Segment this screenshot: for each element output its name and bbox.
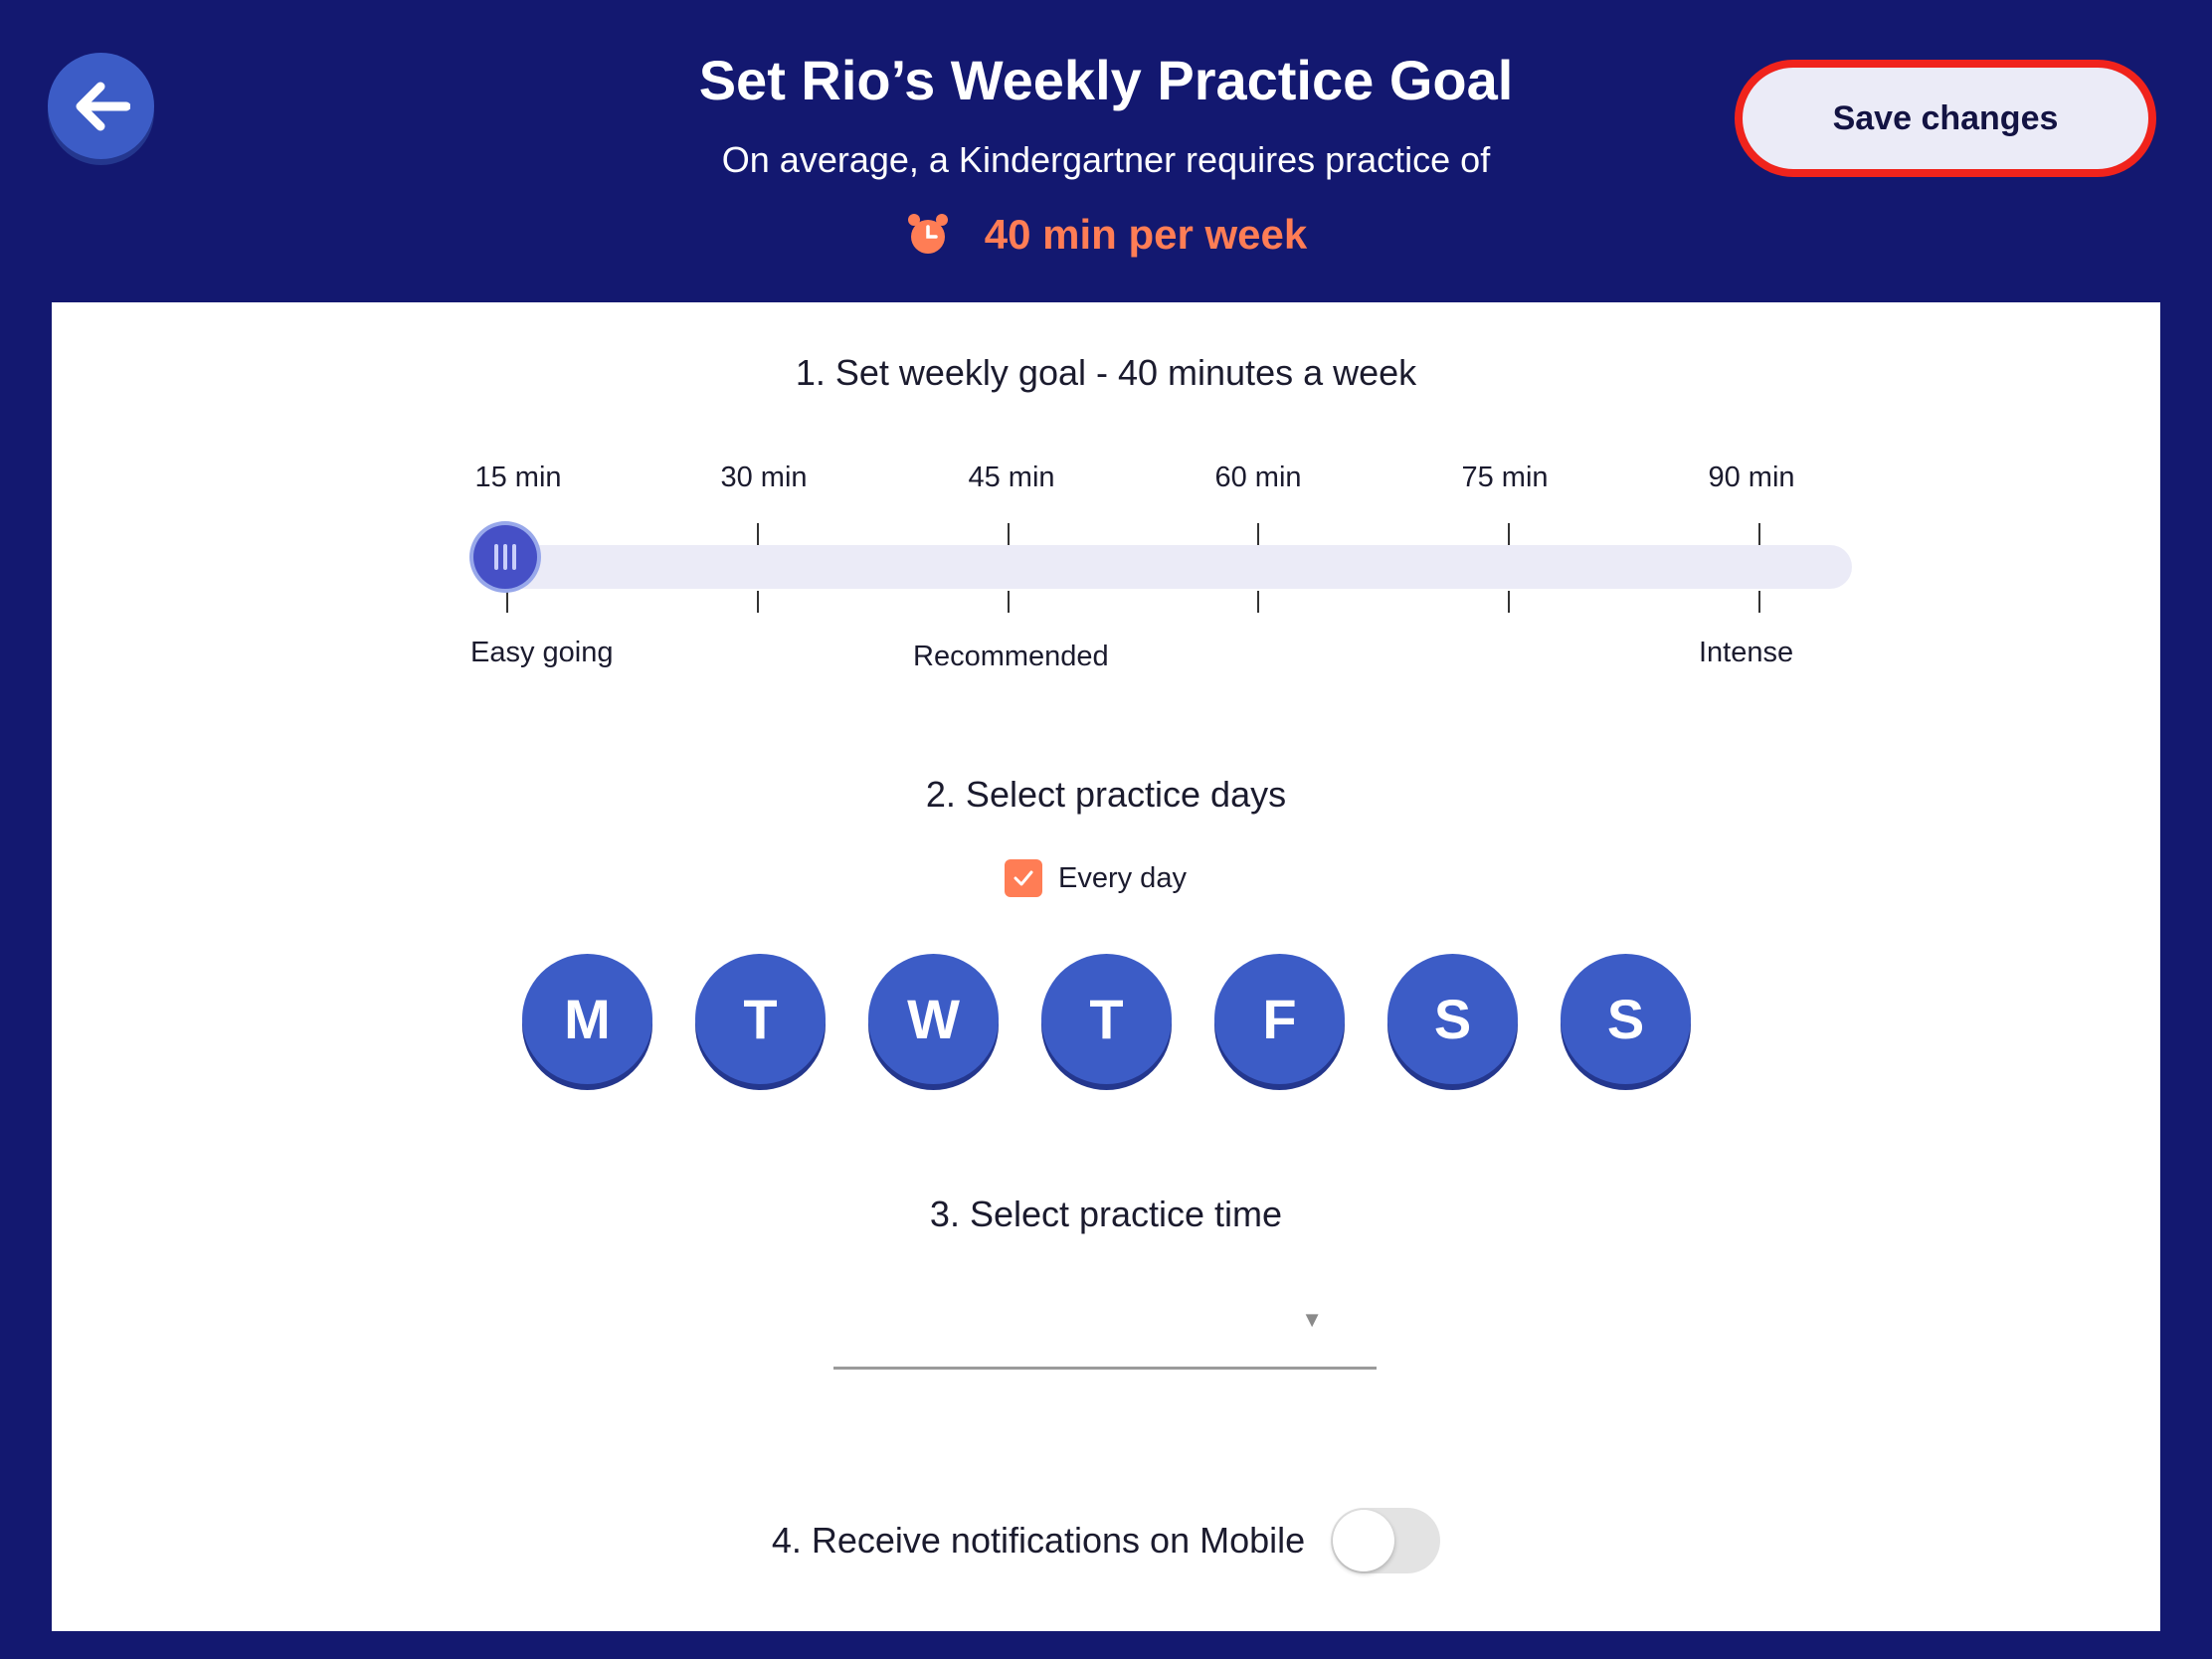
tick-label-30: 30 min	[720, 461, 808, 493]
tick-mark	[1758, 523, 1760, 545]
tick-mark	[1008, 591, 1010, 613]
tick-label-45: 45 min	[968, 461, 1055, 493]
tick-label-90: 90 min	[1708, 461, 1795, 493]
day-buttons: M T W T F S S	[522, 954, 1691, 1084]
toggle-knob	[1333, 1510, 1395, 1571]
alarm-clock-icon	[905, 212, 951, 258]
day-button-tuesday[interactable]: T	[695, 954, 826, 1084]
day-button-thursday[interactable]: T	[1041, 954, 1172, 1084]
day-button-friday[interactable]: F	[1214, 954, 1345, 1084]
tick-mark	[1508, 591, 1510, 613]
day-button-saturday[interactable]: S	[1387, 954, 1518, 1084]
settings-card: 1. Set weekly goal - 40 minutes a week 1…	[52, 302, 2160, 1631]
tick-label-15: 15 min	[474, 461, 562, 493]
grip-icon	[512, 544, 516, 570]
goal-slider-track[interactable]	[473, 545, 1852, 589]
tick-mark	[1257, 523, 1259, 545]
tick-mark	[757, 523, 759, 545]
practice-time-select[interactable]: ▼	[833, 1287, 1377, 1370]
every-day-label: Every day	[1058, 861, 1187, 894]
dropdown-arrow-icon: ▼	[1301, 1307, 1323, 1332]
intense-label: Intense	[1699, 637, 1794, 668]
easy-going-label: Easy going	[470, 637, 614, 668]
recommended-label: Recommended	[913, 641, 1109, 672]
tick-mark	[1758, 591, 1760, 613]
grip-icon	[494, 544, 498, 570]
day-button-wednesday[interactable]: W	[868, 954, 999, 1084]
tick-mark	[506, 591, 508, 613]
day-button-sunday[interactable]: S	[1561, 954, 1691, 1084]
tick-mark	[1257, 591, 1259, 613]
tick-mark	[1508, 523, 1510, 545]
tick-mark	[757, 591, 759, 613]
notifications-toggle[interactable]	[1331, 1508, 1441, 1573]
notifications-row: 4. Receive notifications on Mobile	[52, 1508, 2160, 1573]
tick-label-60: 60 min	[1214, 461, 1302, 493]
every-day-checkbox[interactable]	[1005, 859, 1042, 897]
checkmark-icon	[1014, 870, 1033, 886]
days-section-title: 2. Select practice days	[925, 774, 1287, 815]
day-button-monday[interactable]: M	[522, 954, 652, 1084]
recommended-goal-text: 40 min per week	[984, 211, 1308, 258]
every-day-checkbox-row[interactable]: Every day	[1005, 859, 1187, 897]
save-changes-button[interactable]: Save changes	[1735, 60, 2156, 177]
goal-slider-thumb[interactable]	[473, 525, 537, 589]
tick-label-75: 75 min	[1461, 461, 1549, 493]
goal-section-title: 1. Set weekly goal - 40 minutes a week	[795, 352, 1417, 393]
grip-icon	[503, 544, 507, 570]
tick-mark	[1008, 523, 1010, 545]
recommended-goal: 40 min per week	[0, 211, 2212, 259]
time-section-title: 3. Select practice time	[929, 1194, 1283, 1234]
notifications-section-title: 4. Receive notifications on Mobile	[771, 1520, 1306, 1561]
